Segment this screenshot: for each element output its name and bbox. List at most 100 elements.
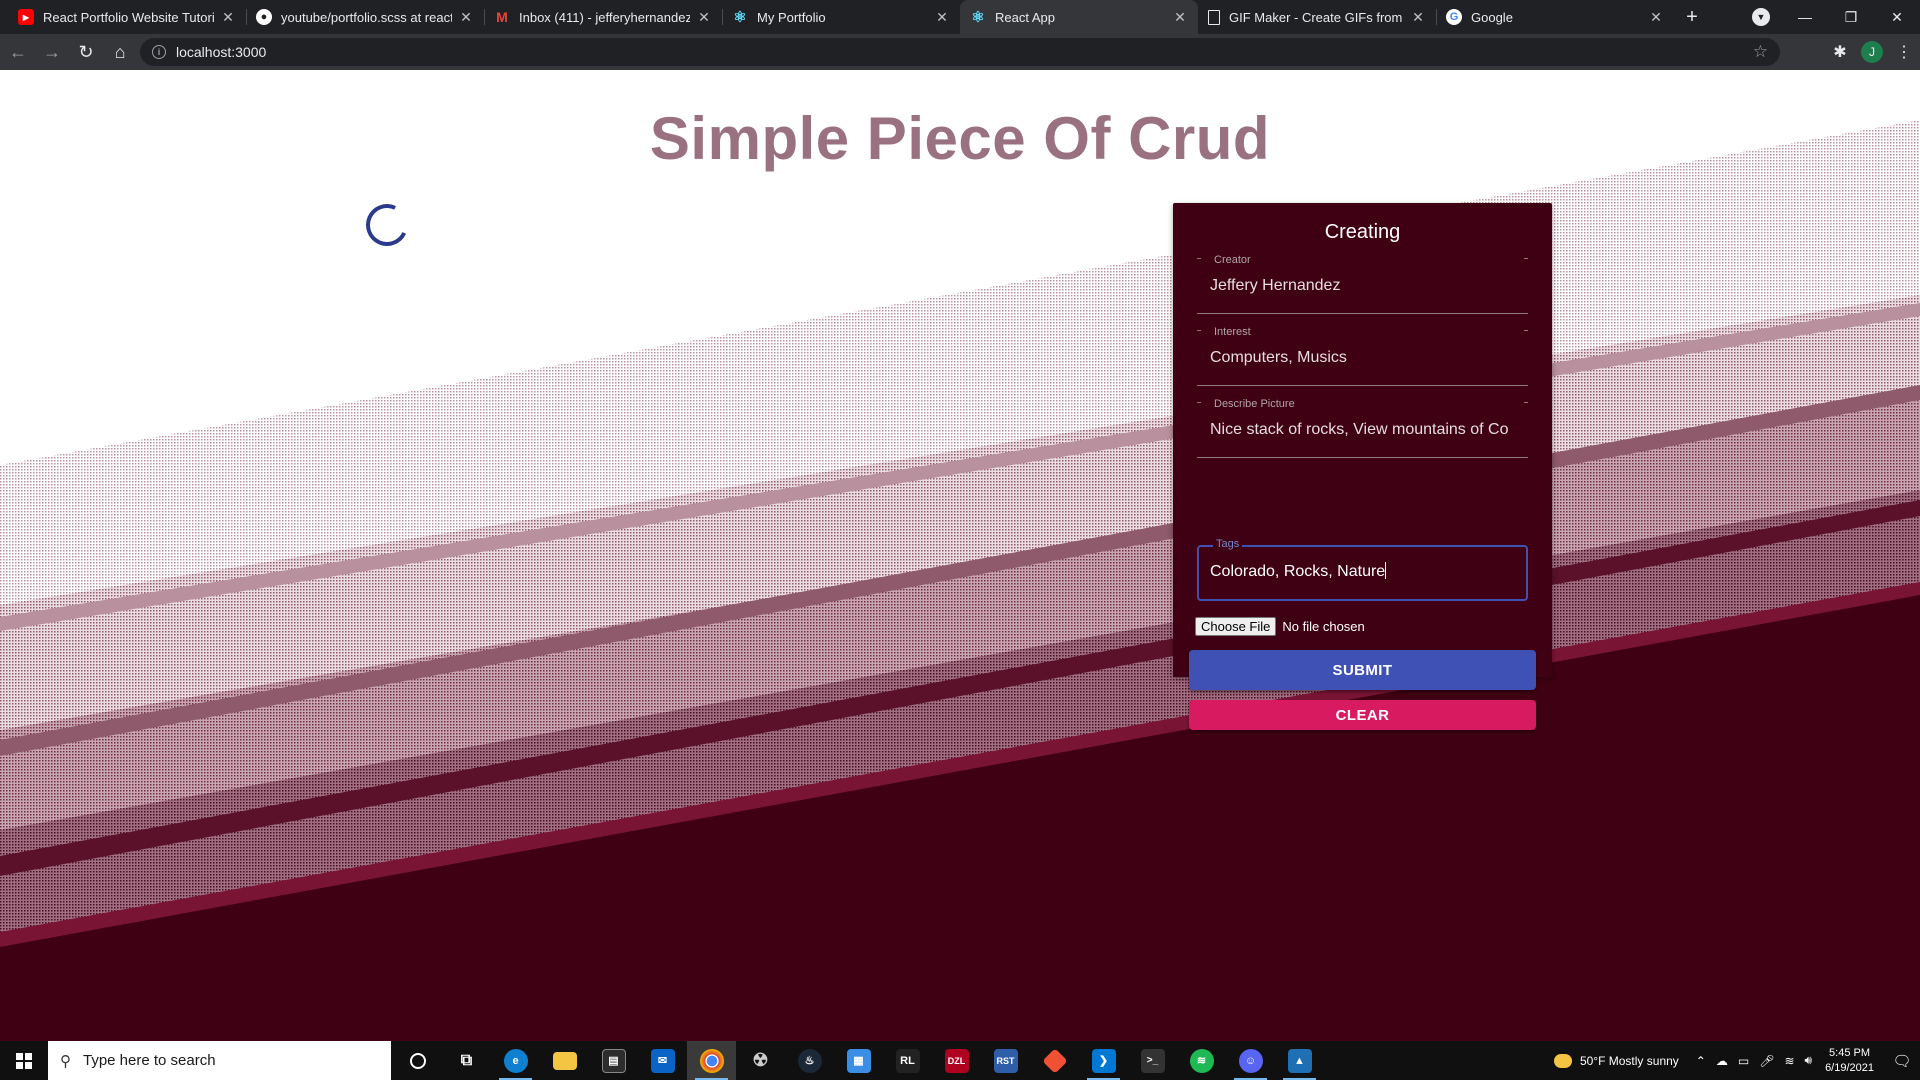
rocket-league-icon[interactable]: RL	[883, 1041, 932, 1080]
new-tab-button[interactable]: +	[1678, 3, 1706, 31]
taskbar-search-placeholder[interactable]: Type here to search	[83, 1052, 216, 1069]
url-text[interactable]: localhost:3000	[176, 44, 266, 60]
tab-title: React App	[995, 9, 1055, 25]
taskbar-apps: ⧉ e ▤ ✉ ☢ ♨ ▦ RL DZL RST ❯ >_ ≋ ☺ ▲	[393, 1041, 1324, 1080]
minimize-button[interactable]: —	[1782, 0, 1828, 34]
clear-button[interactable]: CLEAR	[1189, 700, 1536, 730]
restore-button[interactable]: ❐	[1828, 0, 1874, 34]
browser-toolbar: ← → ↻ ⌂ i localhost:3000 ☆ ✱ J ⋮	[0, 34, 1920, 70]
tab-title: React Portfolio Website Tutorial	[43, 9, 214, 25]
gif-icon	[1208, 9, 1220, 25]
tab-search-icon[interactable]: ▼	[1752, 8, 1770, 26]
field-outline	[1197, 402, 1201, 403]
page-viewport: Simple Piece Of Crud Creating Creator Je…	[0, 70, 1920, 1041]
menu-kebab-icon[interactable]: ⋮	[1888, 36, 1920, 68]
toolbar-right: ✱ J ⋮	[1824, 36, 1920, 68]
text-caret	[1385, 562, 1387, 579]
clock[interactable]: 5:45 PM 6/19/2021	[1825, 1046, 1874, 1076]
address-bar[interactable]: i localhost:3000 ☆	[140, 38, 1780, 66]
store-icon[interactable]: ▤	[589, 1041, 638, 1080]
tray-app-icon[interactable]: ☁	[1716, 1054, 1728, 1068]
weather-icon	[1553, 1053, 1572, 1068]
field-outline	[1524, 402, 1528, 403]
notification-center-icon[interactable]: 🗨︎	[1884, 1041, 1920, 1080]
tags-input-wrap[interactable]: Colorado, Rocks, Nature	[1210, 562, 1520, 581]
interest-field[interactable]: Interest Computers, Musics	[1197, 326, 1528, 386]
creator-input[interactable]: Jeffery Hernandez	[1210, 277, 1520, 295]
tab-gif-maker[interactable]: GIF Maker - Create GIFs from Vi ✕	[1198, 0, 1436, 34]
vscode-icon[interactable]: ❯	[1079, 1041, 1128, 1080]
describe-picture-label: Describe Picture	[1211, 398, 1298, 410]
tab-my-portfolio[interactable]: ⚛ My Portfolio ✕	[722, 0, 960, 34]
extensions-puzzle-icon[interactable]: ✱	[1824, 36, 1856, 68]
battery-icon[interactable]: ▭	[1738, 1054, 1749, 1068]
wifi-icon[interactable]: ≋	[1784, 1054, 1794, 1068]
steam-icon[interactable]: ♨	[785, 1041, 834, 1080]
close-icon[interactable]: ✕	[696, 9, 712, 26]
reload-icon[interactable]: ↻	[70, 36, 102, 68]
terminal-icon[interactable]: >_	[1128, 1041, 1177, 1080]
chevron-up-icon[interactable]: ⌃	[1696, 1054, 1706, 1068]
creator-label: Creator	[1211, 254, 1254, 266]
github-icon: ●	[256, 9, 272, 25]
browser-tab-strip: ▶ React Portfolio Website Tutorial ✕ ● y…	[0, 0, 1920, 34]
file-picker: Choose File No file chosen	[1195, 617, 1365, 636]
spotify-icon[interactable]: ≋	[1177, 1041, 1226, 1080]
choose-file-button[interactable]: Choose File	[1195, 617, 1277, 636]
interest-input[interactable]: Computers, Musics	[1210, 349, 1520, 367]
file-explorer-icon[interactable]	[540, 1041, 589, 1080]
tab-react-app[interactable]: ⚛ React App ✕	[960, 0, 1198, 34]
tab-github[interactable]: ● youtube/portfolio.scss at react-p ✕	[246, 0, 484, 34]
fallout-icon[interactable]: ☢	[736, 1041, 785, 1080]
start-button[interactable]	[0, 1041, 48, 1080]
tab-google[interactable]: G Google ✕	[1436, 0, 1674, 34]
tab-title: youtube/portfolio.scss at react-p	[281, 9, 452, 25]
close-icon[interactable]: ✕	[1648, 9, 1664, 26]
weather-text: 50°F Mostly sunny	[1579, 1053, 1679, 1068]
mail-icon[interactable]: ✉	[638, 1041, 687, 1080]
close-window-button[interactable]: ✕	[1874, 0, 1920, 34]
describe-picture-input[interactable]: Nice stack of rocks, View mountains of C…	[1210, 421, 1520, 439]
discord-icon[interactable]: ☺	[1226, 1041, 1275, 1080]
dzl-icon[interactable]: DZL	[932, 1041, 981, 1080]
profile-avatar[interactable]: J	[1861, 41, 1883, 63]
git-icon[interactable]	[1030, 1041, 1079, 1080]
chrome-icon[interactable]	[687, 1041, 736, 1080]
close-icon[interactable]: ✕	[1172, 9, 1188, 26]
cortana-icon[interactable]	[393, 1041, 442, 1080]
task-view-icon[interactable]: ⧉	[442, 1041, 491, 1080]
home-icon[interactable]: ⌂	[104, 36, 136, 68]
diagonal-stripe-background	[0, 120, 1920, 1041]
react-icon: ⚛	[971, 9, 985, 26]
volume-icon[interactable]: 🔊︎	[1805, 1053, 1813, 1068]
bookmark-star-icon[interactable]: ☆	[1753, 42, 1768, 62]
rstudio-icon[interactable]: RST	[981, 1041, 1030, 1080]
clock-time: 5:45 PM	[1829, 1046, 1871, 1059]
close-icon[interactable]: ✕	[458, 9, 474, 26]
interest-label: Interest	[1211, 326, 1254, 338]
edge-icon[interactable]: e	[491, 1041, 540, 1080]
creator-field[interactable]: Creator Jeffery Hernandez	[1197, 254, 1528, 314]
close-icon[interactable]: ✕	[220, 9, 236, 26]
weather-widget[interactable]: 50°F Mostly sunny	[1553, 1053, 1679, 1068]
describe-picture-field[interactable]: Describe Picture Nice stack of rocks, Vi…	[1197, 398, 1528, 458]
tab-title: My Portfolio	[757, 9, 826, 25]
photos-icon[interactable]: ▲	[1275, 1041, 1324, 1080]
calculator-icon[interactable]: ▦	[834, 1041, 883, 1080]
tab-title: GIF Maker - Create GIFs from Vi	[1229, 9, 1404, 25]
submit-button[interactable]: SUBMIT	[1189, 650, 1536, 690]
tags-input[interactable]: Colorado, Rocks, Nature	[1210, 563, 1385, 580]
tags-field[interactable]: Tags Colorado, Rocks, Nature	[1197, 538, 1528, 601]
microphone-icon[interactable]: 🎤︎	[1759, 1054, 1774, 1068]
tab-gmail[interactable]: M Inbox (411) - jefferyhernandez9 ✕	[484, 0, 722, 34]
tab-list: ▶ React Portfolio Website Tutorial ✕ ● y…	[0, 0, 1674, 34]
close-icon[interactable]: ✕	[934, 9, 950, 26]
windows-taskbar: ⚲ Type here to search ⧉ e ▤ ✉ ☢ ♨ ▦ RL D…	[0, 1041, 1920, 1080]
taskbar-search-box[interactable]: ⚲ Type here to search	[48, 1041, 391, 1080]
gmail-icon: M	[496, 9, 508, 25]
forward-arrow-icon[interactable]: →	[36, 36, 68, 68]
tab-react-portfolio[interactable]: ▶ React Portfolio Website Tutorial ✕	[8, 0, 246, 34]
close-icon[interactable]: ✕	[1410, 9, 1426, 26]
back-arrow-icon[interactable]: ←	[2, 36, 34, 68]
site-info-icon[interactable]: i	[152, 45, 166, 59]
